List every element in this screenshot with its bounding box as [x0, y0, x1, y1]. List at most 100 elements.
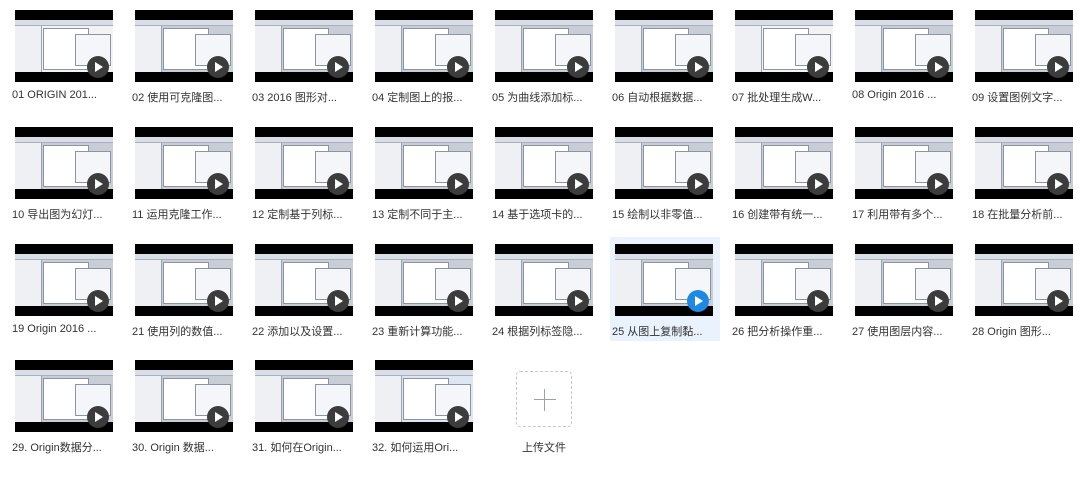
video-thumbnail [975, 244, 1073, 316]
video-file-item[interactable]: 17 利用带有多个... [850, 120, 960, 224]
file-name: 10 导出图为幻灯... [12, 209, 103, 221]
video-file-item[interactable]: 23 重新计算功能... [370, 237, 480, 341]
video-thumbnail [255, 127, 353, 199]
video-file-item[interactable]: 22 添加以及设置... [250, 237, 360, 341]
video-thumbnail [495, 127, 593, 199]
play-icon[interactable] [87, 173, 109, 195]
video-file-item[interactable]: 12 定制基于列标... [250, 120, 360, 224]
video-file-item[interactable]: 08 Origin 2016 ... [850, 3, 960, 107]
video-thumbnail [855, 127, 953, 199]
file-name: 25 从图上复制黏... [612, 326, 703, 338]
plus-icon [534, 399, 556, 400]
play-icon[interactable] [447, 56, 469, 78]
play-icon[interactable] [687, 290, 709, 312]
file-name: 17 利用带有多个... [852, 209, 943, 221]
play-icon[interactable] [1047, 56, 1069, 78]
video-thumbnail [15, 10, 113, 82]
play-icon[interactable] [687, 56, 709, 78]
video-thumbnail [15, 360, 113, 432]
video-thumbnail [495, 10, 593, 82]
upload-button[interactable] [516, 371, 572, 427]
play-icon[interactable] [807, 290, 829, 312]
file-name: 27 使用图层内容... [852, 326, 943, 338]
play-icon[interactable] [807, 56, 829, 78]
file-name: 21 使用列的数值... [132, 326, 223, 338]
play-icon[interactable] [87, 290, 109, 312]
play-icon[interactable] [567, 173, 589, 195]
video-file-item[interactable]: 27 使用图层内容... [850, 237, 960, 341]
video-file-item[interactable]: 04 定制图上的报... [370, 3, 480, 107]
upload-label: 上传文件 [522, 442, 566, 454]
file-name: 28 Origin 图形... [972, 326, 1051, 338]
video-thumbnail [135, 10, 233, 82]
file-name: 11 运用克隆工作... [132, 209, 222, 221]
play-icon[interactable] [1047, 173, 1069, 195]
file-name: 08 Origin 2016 ... [852, 89, 937, 101]
video-thumbnail [255, 244, 353, 316]
video-file-item[interactable]: 05 为曲线添加标... [490, 3, 600, 107]
play-icon[interactable] [207, 173, 229, 195]
video-file-item[interactable]: 26 把分析操作重... [730, 237, 840, 341]
play-icon[interactable] [807, 173, 829, 195]
file-name: 03 2016 图形对... [252, 92, 337, 104]
play-icon[interactable] [207, 406, 229, 428]
video-file-item[interactable]: 01 ORIGIN 201... [10, 3, 120, 107]
video-thumbnail [615, 127, 713, 199]
video-file-item[interactable]: 29. Origin数据分... [10, 353, 120, 457]
video-file-item[interactable]: 07 批处理生成W... [730, 3, 840, 107]
video-file-item[interactable]: 32. 如何运用Ori... [370, 353, 480, 457]
file-name: 13 定制不同于主... [372, 209, 463, 221]
play-icon[interactable] [327, 406, 349, 428]
video-file-item[interactable]: 09 设置图例文字... [970, 3, 1080, 107]
play-icon[interactable] [327, 290, 349, 312]
play-icon[interactable] [687, 173, 709, 195]
video-file-item[interactable]: 28 Origin 图形... [970, 237, 1080, 341]
video-file-item[interactable]: 24 根据列标签隐... [490, 237, 600, 341]
video-file-item[interactable]: 16 创建带有统一... [730, 120, 840, 224]
play-icon[interactable] [87, 406, 109, 428]
file-name: 04 定制图上的报... [372, 92, 463, 104]
video-file-item[interactable]: 10 导出图为幻灯... [10, 120, 120, 224]
play-icon[interactable] [327, 173, 349, 195]
video-file-item[interactable]: 18 在批量分析前... [970, 120, 1080, 224]
file-name: 31. 如何在Origin... [252, 442, 342, 454]
play-icon[interactable] [1047, 290, 1069, 312]
file-name: 15 绘制以非零值... [612, 209, 703, 221]
video-file-item[interactable]: 14 基于选项卡的... [490, 120, 600, 224]
video-file-item[interactable]: 13 定制不同于主... [370, 120, 480, 224]
video-thumbnail [735, 127, 833, 199]
video-thumbnail [615, 244, 713, 316]
play-icon[interactable] [927, 290, 949, 312]
video-thumbnail [135, 244, 233, 316]
play-icon[interactable] [567, 56, 589, 78]
play-icon[interactable] [327, 56, 349, 78]
play-icon[interactable] [567, 290, 589, 312]
video-thumbnail [375, 244, 473, 316]
play-icon[interactable] [447, 290, 469, 312]
file-name: 19 Origin 2016 ... [12, 323, 97, 335]
play-icon[interactable] [87, 56, 109, 78]
video-file-item[interactable]: 15 绘制以非零值... [610, 120, 720, 224]
play-icon[interactable] [927, 56, 949, 78]
video-thumbnail [735, 244, 833, 316]
video-file-item[interactable]: 11 运用克隆工作... [130, 120, 240, 224]
play-icon[interactable] [207, 290, 229, 312]
video-thumbnail [135, 127, 233, 199]
video-file-item[interactable]: 25 从图上复制黏... [610, 237, 720, 341]
play-icon[interactable] [207, 56, 229, 78]
video-file-item[interactable]: 21 使用列的数值... [130, 237, 240, 341]
video-thumbnail [255, 360, 353, 432]
file-name: 16 创建带有统一... [732, 209, 823, 221]
play-icon[interactable] [447, 406, 469, 428]
play-icon[interactable] [447, 173, 469, 195]
video-file-item[interactable]: 02 使用可克隆图... [130, 3, 240, 107]
video-file-item[interactable]: 19 Origin 2016 ... [10, 237, 120, 341]
play-icon[interactable] [927, 173, 949, 195]
file-name: 09 设置图例文字... [972, 92, 1063, 104]
video-file-item[interactable]: 31. 如何在Origin... [250, 353, 360, 457]
video-file-item[interactable]: 06 自动根据数据... [610, 3, 720, 107]
file-name: 12 定制基于列标... [252, 209, 343, 221]
video-file-item[interactable]: 03 2016 图形对... [250, 3, 360, 107]
video-file-item[interactable]: 30. Origin 数据... [130, 353, 240, 457]
file-name: 06 自动根据数据... [612, 92, 703, 104]
